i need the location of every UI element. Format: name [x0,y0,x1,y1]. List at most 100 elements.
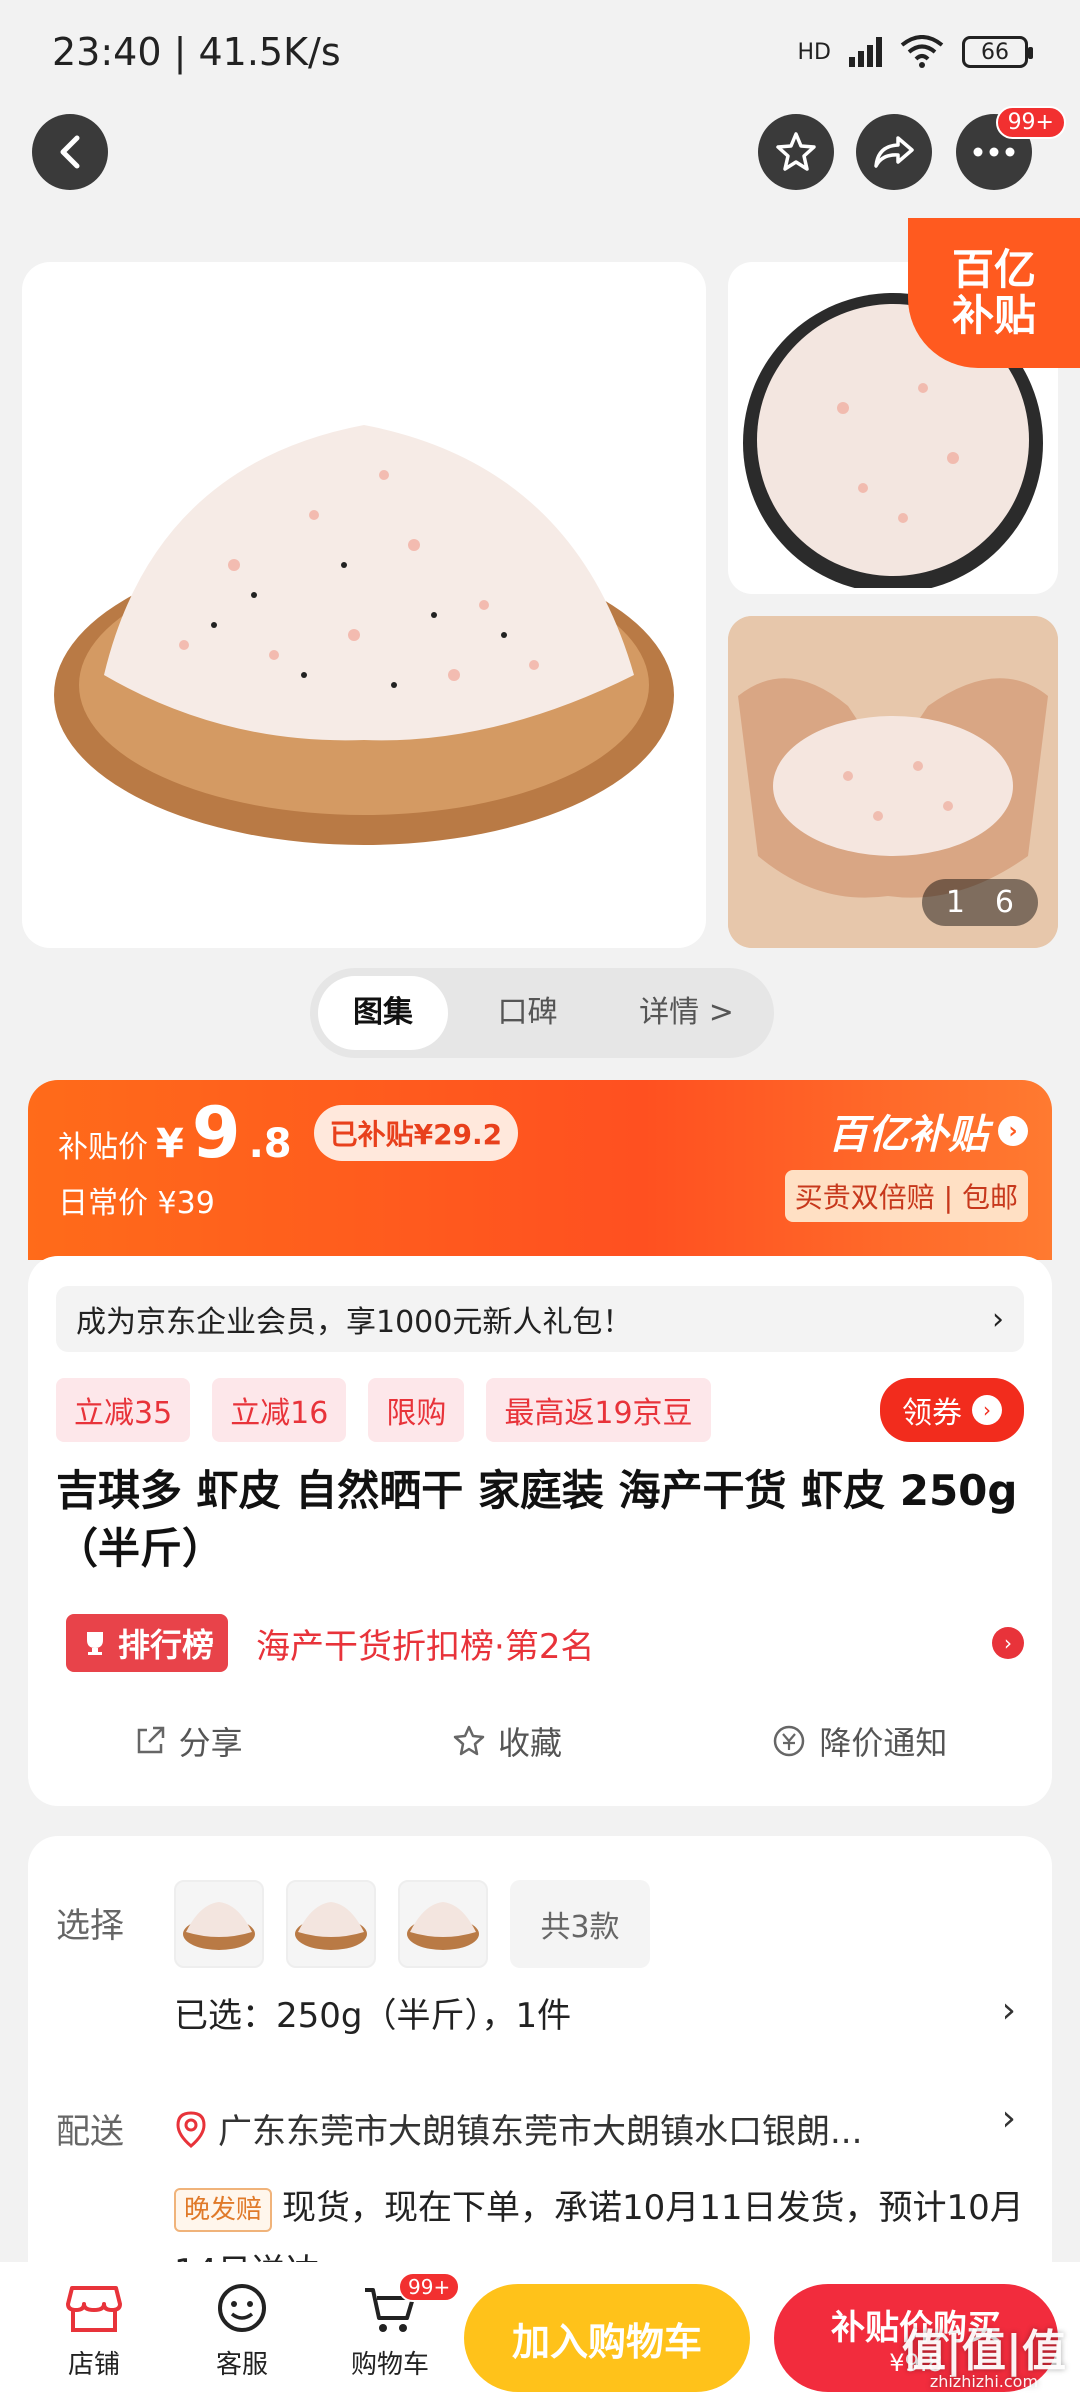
store-label: 店铺 [67,2349,120,2380]
message-badge: 99+ [995,106,1066,139]
status-left: 23:40 | 41.5K/s [52,30,341,74]
variant-count[interactable]: 共3款 [510,1880,650,1968]
watermark-text: 值|值|值 [901,2326,1066,2377]
price-drop-icon [774,1725,805,1757]
price-label: 补贴价 [58,1130,148,1165]
chevron-right-icon[interactable]: › [1002,1990,1016,2031]
product-title: 吉琪多 虾皮 自然晒干 家庭装 海产干货 虾皮 250g（半斤） [56,1466,1018,1573]
bottom-action-bar: 店铺 客服 99+ 购物车 加入购物车 补贴价购买 ¥9.8 值|值|值 zhi… [0,2262,1080,2400]
signal-icon [849,37,882,67]
ranking-badge: 排行榜 [66,1614,229,1672]
chevron-right-icon: › [998,1116,1028,1146]
favorite-button[interactable] [758,114,834,190]
shrimp-thumb-image [183,1902,255,1950]
top-nav: 99+ [0,106,1080,230]
subsidy-tag-line1: 百亿 [951,244,1036,294]
enterprise-member-promo[interactable]: 成为京东企业会员，享1000元新人礼包！ › [56,1286,1024,1352]
promo-tag: 立减35 [56,1378,191,1442]
tab-details[interactable]: 详情 > [607,976,766,1050]
service-label: 客服 [215,2349,268,2380]
billion-subsidy-brand[interactable]: 百亿补贴 › 买贵双倍赔 | 包邮 [784,1102,1028,1222]
customer-service-button[interactable]: 客服 [168,2282,316,2381]
share-icon [137,1726,164,1754]
promo-tag: 限购 [368,1378,465,1442]
shrimp-thumb-image [295,1902,367,1950]
gallery-tabs: 图集 口碑 详情 > [310,968,774,1058]
page-current: 1 [945,885,965,920]
late-compensation-tag: 晚发赔 [174,2187,273,2232]
share-button[interactable] [856,114,932,190]
product-info-card: 成为京东企业会员，享1000元新人礼包！ › 立减35 立减16 限购 最高返1… [28,1256,1052,1806]
share-label: 分享 [178,1724,243,1762]
thumbnail-hands-image[interactable]: 1 6 [728,616,1058,948]
shrimp-plate-image [54,425,674,845]
tab-reviews[interactable]: 口碑 [448,976,607,1050]
billion-subsidy-tag: 百亿 补贴 [908,218,1080,368]
brand-title: 百亿补贴 › [785,1102,1028,1160]
more-dots-icon [973,147,1015,157]
more-button[interactable]: 99+ [956,106,1066,190]
cart-button[interactable]: 99+ 购物车 [316,2271,464,2381]
daily-price: 日常价 ¥39 [58,1186,215,1221]
chevron-right-icon: › [992,1301,1004,1337]
brand-guarantee: 买贵双倍赔 | 包邮 [784,1170,1028,1222]
delivery-address[interactable]: 广东东莞市大朗镇东莞市大朗镇水口银朗... [174,2104,974,2153]
price-yen: ¥ [156,1121,184,1167]
address-text: 广东东莞市大朗镇东莞市大朗镇水口银朗... [218,2112,863,2152]
chat-face-icon [218,2283,266,2332]
cart-label: 购物车 [350,2349,429,2380]
store-button[interactable]: 店铺 [20,2282,168,2381]
promo-tags: 立减35 立减16 限购 最高返19京豆 领券 › [56,1378,1024,1442]
cart-count-badge: 99+ [398,2271,461,2302]
location-pin-icon [176,2110,206,2148]
price-row: 补贴价 ¥ 9 .8 已补贴¥29.2 [58,1098,519,1168]
promo-text: 成为京东企业会员，享1000元新人礼包！ [76,1305,633,1340]
status-right: HD 66 [797,35,1033,69]
subsidized-amount-badge: 已补贴¥29.2 [313,1105,519,1161]
price-alert-action[interactable]: 降价通知 [771,1718,947,1764]
status-bar: 23:40 | 41.5K/s HD 66 [0,0,1080,104]
site-watermark: 值|值|值 zhizhizhi.com [902,2330,1066,2390]
page-total: 6 [994,885,1014,920]
ranking-badge-label: 排行榜 [118,1626,215,1664]
price-banner: 补贴价 ¥ 9 .8 已补贴¥29.2 日常价 ¥39 百亿补贴 › 买贵双倍赔… [28,1080,1052,1260]
ranking-text: 海产干货折扣榜·第2名 [256,1626,595,1667]
ranking-row[interactable]: 排行榜 海产干货折扣榜·第2名 › [66,1614,1024,1672]
variant-thumbs: 共3款 [174,1880,650,1968]
favorite-action[interactable]: 收藏 [452,1718,562,1764]
store-icon [66,2285,122,2332]
main-product-image[interactable] [22,262,706,948]
network-label: HD [797,39,831,65]
product-gallery: 百亿 补贴 1 6 [22,218,1080,948]
variant-thumb[interactable] [398,1880,488,1968]
star-icon [776,132,816,171]
shrimp-thumb-image [407,1902,479,1950]
action-row: 分享 收藏 降价通知 [28,1718,1052,1764]
selected-spec[interactable]: 已选：250g（半斤），1件 [174,1988,571,2037]
battery-level: 66 [981,39,1009,65]
variant-thumb[interactable] [286,1880,376,1968]
price-decimal: .8 [248,1121,292,1167]
spec-select-card: 选择 共3款 已选：250g（半斤），1件 › 配送 广东东莞市大朗镇东莞市大朗… [28,1836,1052,2316]
chevron-right-icon[interactable]: › [1002,2098,1016,2139]
star-outline-icon [453,1725,485,1756]
wifi-icon [900,35,944,68]
gallery-page-indicator: 1 6 [921,879,1038,926]
back-arrow-icon [60,135,80,169]
battery-icon: 66 [962,36,1033,68]
chevron-right-icon: › [992,1627,1024,1659]
delivery-label: 配送 [56,2112,124,2152]
get-coupon-button[interactable]: 领券 › [880,1378,1024,1442]
brand-title-text: 百亿补贴 [828,1112,988,1158]
share-action[interactable]: 分享 [133,1718,243,1764]
tab-gallery[interactable]: 图集 [318,976,448,1050]
favorite-label: 收藏 [497,1724,562,1762]
price-alert-label: 降价通知 [819,1724,948,1762]
variant-thumb[interactable] [174,1880,264,1968]
coupon-label: 领券 [902,1396,962,1431]
price-block: 补贴价 ¥ 9 .8 已补贴¥29.2 日常价 ¥39 [58,1098,519,1222]
select-label: 选择 [56,1906,124,1946]
subsidy-tag-line2: 补贴 [951,291,1036,340]
add-to-cart-button[interactable]: 加入购物车 [464,2284,750,2392]
back-button[interactable] [32,114,108,190]
